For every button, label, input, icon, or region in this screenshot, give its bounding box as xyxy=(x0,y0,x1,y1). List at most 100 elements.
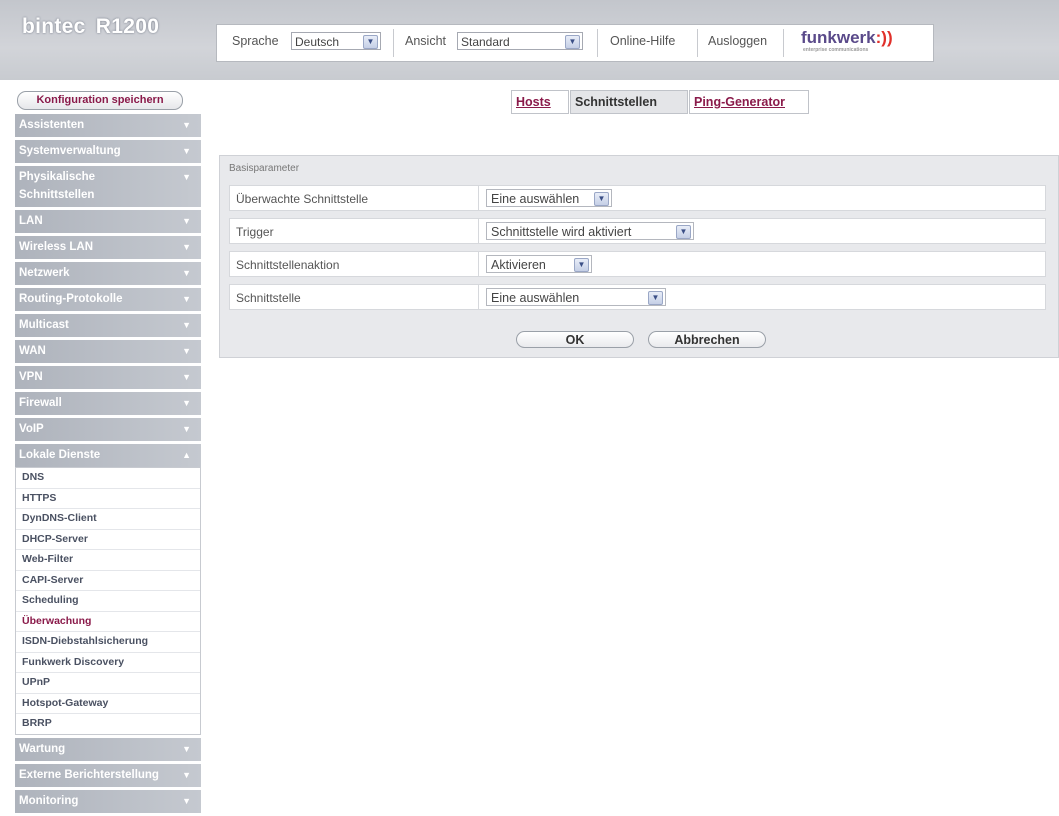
logo-tagline: enterprise communications xyxy=(803,47,869,53)
chevron-down-icon: ▼ xyxy=(182,294,191,304)
device-brand: bintec R1200 xyxy=(22,15,159,39)
sidebar-item-vpn[interactable]: VPN ▼ xyxy=(15,366,201,389)
sidebar-subitem-hotspot-gateway[interactable]: Hotspot-Gateway xyxy=(16,694,200,714)
sidebar-item-label: Routing-Protokolle xyxy=(19,293,123,305)
chevron-down-icon: ▼ xyxy=(565,35,580,49)
sidebar-item-netzwerk[interactable]: Netzwerk ▼ xyxy=(15,262,201,285)
chevron-down-icon: ▼ xyxy=(182,346,191,356)
sidebar-subitem-funkwerk-discovery[interactable]: Funkwerk Discovery xyxy=(16,653,200,673)
sidebar-item-label: Systemverwaltung xyxy=(19,145,121,157)
form-row-interface-action: Schnittstellenaktion Aktivieren ▼ xyxy=(229,251,1046,277)
trigger-select[interactable]: Schnittstelle wird aktiviert ▼ xyxy=(486,222,694,240)
sidebar-item-physikalische-schnittstellen[interactable]: Physikalische Schnittstellen ▼ xyxy=(15,166,201,207)
chevron-down-icon: ▼ xyxy=(182,120,191,130)
chevron-down-icon: ▼ xyxy=(182,146,191,156)
sidebar-item-label: Netzwerk xyxy=(19,267,70,279)
save-config-button[interactable]: Konfiguration speichern xyxy=(17,91,183,110)
select-value: Aktivieren xyxy=(491,258,546,272)
funkwerk-logo: funkwerk:)) enterprise communications xyxy=(801,28,893,53)
field-label: Schnittstelle xyxy=(236,291,301,305)
row-divider xyxy=(478,219,479,243)
sidebar-item-wireless-lan[interactable]: Wireless LAN ▼ xyxy=(15,236,201,259)
chevron-down-icon: ▼ xyxy=(182,268,191,278)
sidebar-item-label: VoIP xyxy=(19,423,44,435)
sidebar-item-externe-berichterstellung[interactable]: Externe Berichterstellung ▼ xyxy=(15,763,201,787)
logout-link[interactable]: Ausloggen xyxy=(708,34,767,48)
sidebar-item-label: Multicast xyxy=(19,319,69,331)
row-divider xyxy=(478,252,479,276)
logo-waves-icon: :)) xyxy=(875,28,893,47)
chevron-down-icon: ▼ xyxy=(182,320,191,330)
sidebar-item-wartung[interactable]: Wartung ▼ xyxy=(15,737,201,761)
monitored-interface-select[interactable]: Eine auswählen ▼ xyxy=(486,189,612,207)
tab-hosts[interactable]: Hosts xyxy=(511,90,569,114)
sidebar-item-label: Monitoring xyxy=(19,794,79,807)
toolbar-divider xyxy=(697,29,698,57)
sidebar-item-label: Assistenten xyxy=(19,119,85,131)
sidebar-item-label: Wireless LAN xyxy=(19,241,94,253)
sidebar-subitem-isdn-diebstahlsicherung[interactable]: ISDN-Diebstahlsicherung xyxy=(16,632,200,653)
field-label: Trigger xyxy=(236,225,274,239)
tab-schnittstellen[interactable]: Schnittstellen xyxy=(570,90,688,114)
sidebar-item-firewall[interactable]: Firewall ▼ xyxy=(15,392,201,415)
field-label: Schnittstellenaktion xyxy=(236,258,340,272)
logo-text: funkwerk xyxy=(801,28,876,47)
online-help-link[interactable]: Online-Hilfe xyxy=(610,34,675,48)
top-toolbar: Sprache Deutsch ▼ Ansicht Standard ▼ Onl… xyxy=(216,24,934,62)
sidebar-submenu: DNS HTTPS DynDNS-Client DHCP-Server Web-… xyxy=(15,467,201,735)
sidebar-item-assistenten[interactable]: Assistenten ▼ xyxy=(15,114,201,137)
sidebar-subitem-web-filter[interactable]: Web-Filter xyxy=(16,550,200,571)
chevron-down-icon: ▼ xyxy=(363,35,378,49)
form-row-trigger: Trigger Schnittstelle wird aktiviert ▼ xyxy=(229,218,1046,244)
chevron-down-icon: ▼ xyxy=(676,225,691,239)
sidebar-subitem-dyndns-client[interactable]: DynDNS-Client xyxy=(16,509,200,530)
section-title: Basisparameter xyxy=(229,163,300,174)
basic-parameters-panel: Basisparameter Überwachte Schnittstelle … xyxy=(219,155,1059,358)
chevron-down-icon: ▼ xyxy=(182,743,191,754)
sidebar-subitem-https[interactable]: HTTPS xyxy=(16,489,200,509)
language-select[interactable]: Deutsch ▼ xyxy=(291,32,381,50)
sidebar-subitem-dhcp-server[interactable]: DHCP-Server xyxy=(16,530,200,550)
language-value: Deutsch xyxy=(295,35,340,49)
sidebar-subitem-ueberwachung[interactable]: Überwachung xyxy=(16,612,200,632)
chevron-down-icon: ▼ xyxy=(594,192,609,206)
view-select[interactable]: Standard ▼ xyxy=(457,32,583,50)
sidebar-item-label: Wartung xyxy=(19,742,66,755)
chevron-down-icon: ▼ xyxy=(574,258,589,272)
chevron-down-icon: ▼ xyxy=(182,795,191,806)
sidebar-nav: Konfiguration speichern Assistenten ▼ Sys… xyxy=(15,91,201,816)
view-label: Ansicht xyxy=(405,34,446,48)
sidebar-item-voip[interactable]: VoIP ▼ xyxy=(15,418,201,441)
sidebar-subitem-dns[interactable]: DNS xyxy=(16,468,200,489)
tab-ping-generator[interactable]: Ping-Generator xyxy=(689,90,809,114)
chevron-down-icon: ▼ xyxy=(182,242,191,252)
sidebar-subitem-capi-server[interactable]: CAPI-Server xyxy=(16,571,200,591)
sidebar-subitem-scheduling[interactable]: Scheduling xyxy=(16,591,200,612)
sidebar-item-label: Externe Berichterstellung xyxy=(19,768,159,781)
toolbar-divider xyxy=(783,29,784,57)
row-divider xyxy=(478,285,479,309)
sidebar-item-routing-protokolle[interactable]: Routing-Protokolle ▼ xyxy=(15,288,201,311)
sidebar-item-lan[interactable]: LAN ▼ xyxy=(15,210,201,233)
ok-button[interactable]: OK xyxy=(516,331,634,348)
sidebar-subitem-brrp[interactable]: BRRP xyxy=(16,714,200,734)
sidebar-item-multicast[interactable]: Multicast ▼ xyxy=(15,314,201,337)
sidebar-item-label: Physikalische Schnittstellen xyxy=(19,171,96,201)
toolbar-divider xyxy=(393,29,394,57)
sidebar-item-wan[interactable]: WAN ▼ xyxy=(15,340,201,363)
select-value: Schnittstelle wird aktiviert xyxy=(491,225,632,239)
interface-action-select[interactable]: Aktivieren ▼ xyxy=(486,255,592,273)
sidebar-item-lokale-dienste[interactable]: Lokale Dienste ▲ xyxy=(15,444,201,467)
device-model: R1200 xyxy=(95,15,160,38)
row-divider xyxy=(478,186,479,210)
cancel-button[interactable]: Abbrechen xyxy=(648,331,766,348)
form-button-row: OK Abbrechen xyxy=(229,328,1046,350)
sidebar-subitem-upnp[interactable]: UPnP xyxy=(16,673,200,694)
brand-name: bintec xyxy=(22,15,86,38)
interface-select[interactable]: Eine auswählen ▼ xyxy=(486,288,666,306)
sidebar-item-systemverwaltung[interactable]: Systemverwaltung ▼ xyxy=(15,140,201,163)
sidebar-item-monitoring[interactable]: Monitoring ▼ xyxy=(15,789,201,813)
chevron-down-icon: ▼ xyxy=(182,216,191,226)
sidebar-item-label: VPN xyxy=(19,371,43,383)
select-value: Eine auswählen xyxy=(491,291,580,305)
